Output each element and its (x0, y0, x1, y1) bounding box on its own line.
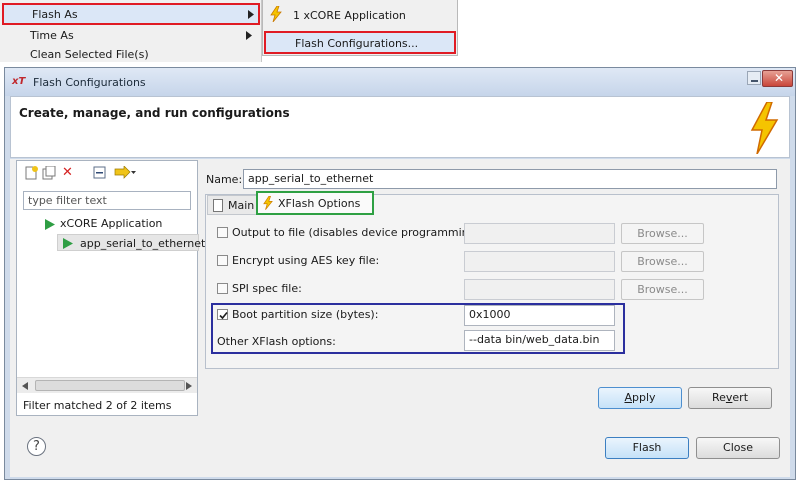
browse-spi-button[interactable]: Browse... (621, 279, 704, 300)
filter-placeholder: type filter text (28, 194, 107, 207)
flash-bolt-icon (263, 196, 273, 210)
browse-label: Browse... (637, 255, 688, 268)
tab-main-label: Main (228, 199, 255, 212)
menu-item-label: Flash As (32, 8, 78, 21)
apply-label: Apply (624, 391, 656, 404)
tree-item-label: app_serial_to_ethernet_ (80, 237, 211, 250)
flash-configurations-dialog: xT Flash Configurations ✕ Create, manage… (4, 67, 796, 480)
browse-label: Browse... (637, 227, 688, 240)
close-icon: ✕ (774, 71, 785, 85)
dialog-header: Create, manage, and run configurations (10, 96, 790, 158)
submenu: 1 xCORE Application Flash Configurations… (262, 0, 458, 56)
boot-partition-value: 0x1000 (469, 308, 511, 321)
tab-xflash-options[interactable]: XFlash Options (256, 191, 374, 215)
name-value: app_serial_to_ethernet (248, 172, 374, 185)
close-window-button[interactable]: ✕ (762, 70, 793, 87)
help-button[interactable]: ? (27, 437, 46, 456)
flash-button[interactable]: Flash (605, 437, 689, 459)
menu-item-label: Time As (30, 29, 74, 42)
checkmark-icon (219, 311, 228, 320)
filter-input[interactable]: type filter text (23, 191, 191, 210)
duplicate-icon[interactable] (42, 166, 56, 180)
output-file-input[interactable] (464, 223, 615, 244)
output-to-file-label: Output to file (disables device programm… (232, 226, 484, 239)
browse-label: Browse... (637, 283, 688, 296)
spi-spec-input[interactable] (464, 279, 615, 300)
tree-category-xcore[interactable]: xCORE Application (60, 217, 162, 230)
tree-item-selected[interactable]: app_serial_to_ethernet_ (57, 234, 211, 251)
revert-button[interactable]: Revert (688, 387, 772, 409)
submenu-arrow-icon (246, 31, 252, 40)
other-xflash-input[interactable]: --data bin/web_data.bin (464, 330, 615, 351)
help-icon: ? (33, 439, 40, 454)
submenu-arrow-icon (248, 10, 254, 19)
configurations-tree-panel: ✕ type filter text xCORE Application app… (16, 160, 211, 416)
menu-item-flash-as[interactable]: Flash As (2, 3, 260, 25)
tab-main[interactable]: Main (207, 195, 257, 215)
xt-app-icon: xT (12, 76, 26, 87)
apply-button[interactable]: Apply (598, 387, 682, 409)
collapse-all-icon[interactable] (93, 166, 107, 180)
submenu-item-xcore-app[interactable]: 1 xCORE Application (293, 9, 406, 22)
play-icon (63, 238, 74, 249)
revert-label: Revert (711, 391, 749, 404)
boot-partition-checkbox[interactable] (217, 309, 228, 320)
spi-spec-checkbox[interactable] (217, 283, 228, 294)
filter-icon[interactable] (114, 166, 136, 180)
scroll-right-icon[interactable] (186, 382, 192, 390)
delete-icon[interactable]: ✕ (62, 165, 73, 180)
document-icon (213, 199, 223, 212)
flash-bolt-icon (270, 6, 282, 22)
flash-label: Flash (632, 441, 662, 454)
menu-item-clean[interactable]: Clean Selected File(s) (4, 46, 258, 62)
minimize-button[interactable] (747, 71, 761, 85)
submenu-item-label: Flash Configurations... (295, 37, 419, 50)
horizontal-scrollbar[interactable] (17, 377, 197, 393)
other-xflash-label: Other XFlash options: (217, 335, 336, 348)
dialog-title: Flash Configurations (33, 76, 146, 89)
play-icon (45, 219, 56, 230)
tab-xflash-label: XFlash Options (278, 197, 361, 210)
filter-status: Filter matched 2 of 2 items (23, 399, 172, 412)
new-configuration-icon[interactable] (24, 166, 38, 180)
context-menu: Flash As Time As Clean Selected File(s) (0, 0, 262, 62)
scroll-thumb[interactable] (35, 380, 185, 391)
boot-partition-label: Boot partition size (bytes): (232, 308, 379, 321)
close-button[interactable]: Close (696, 437, 780, 459)
name-label: Name: (206, 173, 242, 186)
boot-partition-input[interactable]: 0x1000 (464, 305, 615, 326)
background-area (459, 0, 800, 64)
browse-aes-button[interactable]: Browse... (621, 251, 704, 272)
browse-output-button[interactable]: Browse... (621, 223, 704, 244)
menu-item-time-as[interactable]: Time As (4, 27, 258, 45)
other-xflash-value: --data bin/web_data.bin (469, 333, 600, 346)
output-to-file-checkbox[interactable] (217, 227, 228, 238)
header-title: Create, manage, and run configurations (19, 106, 290, 120)
flash-bolt-large-icon (749, 102, 779, 154)
scroll-left-icon[interactable] (22, 382, 28, 390)
dialog-title-bar: xT Flash Configurations ✕ (5, 68, 795, 96)
encrypt-aes-label: Encrypt using AES key file: (232, 254, 380, 267)
name-input[interactable]: app_serial_to_ethernet (243, 169, 777, 189)
aes-key-file-input[interactable] (464, 251, 615, 272)
close-label: Close (723, 441, 753, 454)
spi-spec-label: SPI spec file: (232, 282, 302, 295)
menu-item-label: Clean Selected File(s) (30, 48, 149, 61)
name-label-text: Name: (206, 173, 243, 186)
submenu-item-flash-configurations[interactable]: Flash Configurations... (264, 31, 456, 54)
encrypt-aes-checkbox[interactable] (217, 255, 228, 266)
